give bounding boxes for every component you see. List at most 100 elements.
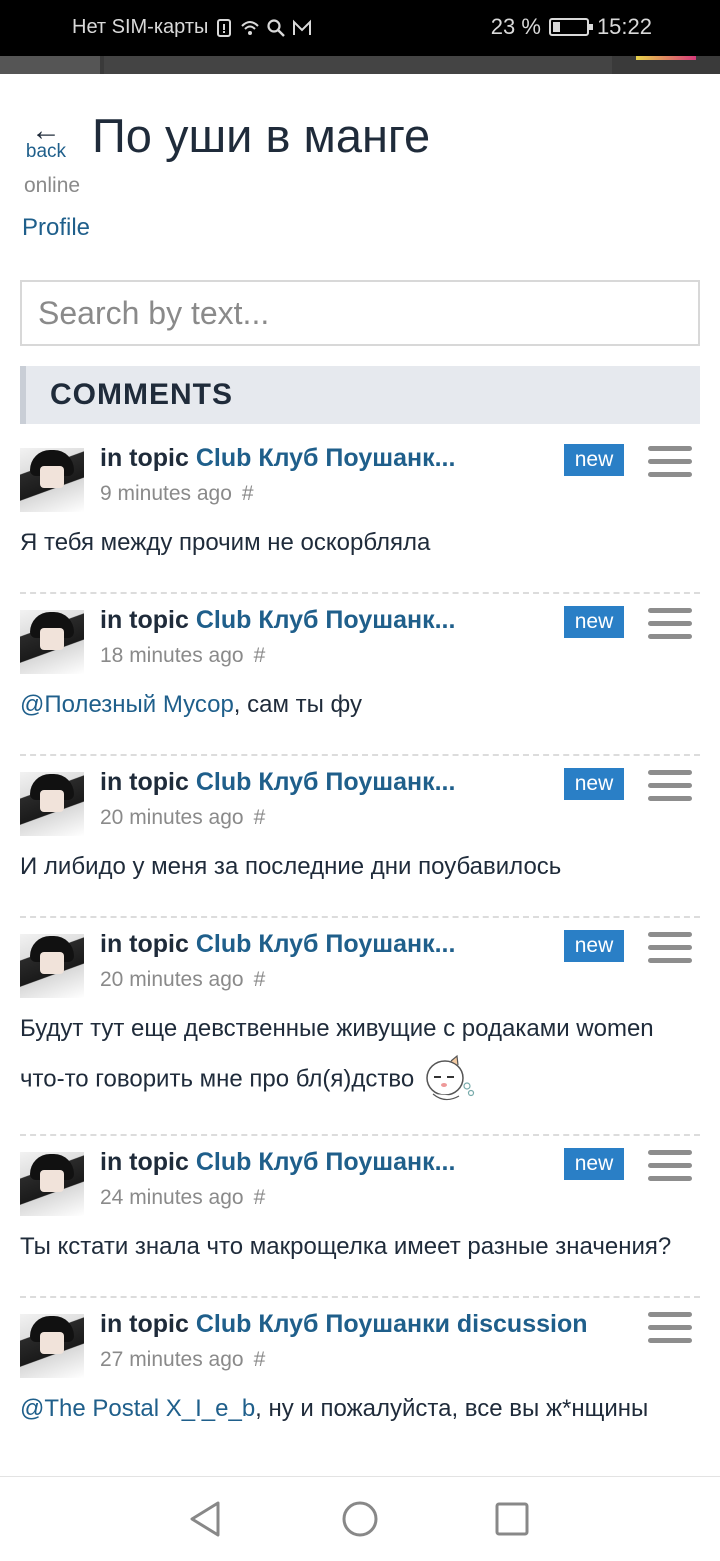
search-input[interactable]	[20, 280, 700, 346]
new-badge: new	[564, 1148, 624, 1180]
wifi-icon	[241, 20, 260, 35]
comment-time: 20 minutes ago #	[100, 806, 265, 830]
profile-header: ← back По уши в манге online Profile	[0, 74, 720, 274]
back-arrow-icon: ←	[31, 114, 61, 147]
battery-fill	[552, 22, 561, 32]
hamburger-menu-icon[interactable]	[648, 446, 692, 482]
avatar[interactable]	[20, 1314, 84, 1378]
topic-prefix: in topic	[100, 606, 196, 634]
time-text: 20 minutes ago	[100, 806, 244, 829]
back-label: back	[25, 141, 67, 162]
clock: 15:22	[596, 14, 652, 39]
topic-prefix: in topic	[100, 1148, 196, 1176]
nav-back-icon[interactable]	[186, 1499, 224, 1539]
comment-text: Я тебя между прочим не оскорбляла	[20, 529, 431, 556]
mention-link[interactable]: @The Postal X_I_e_b	[20, 1395, 255, 1422]
comments-heading: COMMENTS	[50, 378, 233, 411]
topic-link[interactable]: Club Клуб Поушанк...	[196, 768, 456, 796]
profile-link[interactable]: Profile	[22, 214, 90, 242]
browser-tab-strip	[0, 56, 720, 74]
comment-text: И либидо у меня за последние дни поубави…	[20, 853, 562, 880]
permalink-hash[interactable]: #	[254, 1186, 266, 1209]
hamburger-menu-icon[interactable]	[648, 770, 692, 806]
status-left: Нет SIM-карты	[72, 16, 312, 39]
hamburger-menu-icon[interactable]	[648, 932, 692, 968]
comment-text: @The Postal X_I_e_b, ну и пожалуйста, вс…	[20, 1380, 700, 1450]
time-text: 27 minutes ago	[100, 1348, 244, 1371]
avatar[interactable]	[20, 610, 84, 674]
tab-strip-middle	[104, 56, 612, 74]
avatar[interactable]	[20, 1152, 84, 1216]
permalink-hash[interactable]: #	[254, 968, 266, 991]
topic-prefix: in topic	[100, 930, 196, 958]
comment-item: in topic Club Клуб Поушанк... 24 minutes…	[0, 1136, 720, 1288]
comment-text-content: Будут тут еще девственные живущие с рода…	[20, 1015, 654, 1093]
avatar[interactable]	[20, 772, 84, 836]
permalink-hash[interactable]: #	[254, 644, 266, 667]
comment-topic: in topic Club Клуб Поушанк...	[100, 930, 455, 959]
permalink-hash[interactable]: #	[242, 482, 254, 505]
tab-strip-accent	[636, 56, 696, 60]
comment-time: 18 minutes ago #	[100, 644, 265, 668]
mail-icon	[293, 19, 312, 35]
topic-link[interactable]: Club Клуб Поушанк...	[196, 930, 456, 958]
comment-item: in topic Club Клуб Поушанк... 20 minutes…	[0, 918, 720, 1126]
comment-header: in topic Club Клуб Поушанк... 18 minutes…	[20, 594, 700, 676]
topic-prefix: in topic	[100, 768, 196, 796]
comment-topic: in topic Club Клуб Поушанки discussion	[100, 1310, 588, 1339]
topic-link[interactable]: Club Клуб Поушанк...	[196, 444, 456, 472]
new-badge: new	[564, 768, 624, 800]
comment-header: in topic Club Клуб Поушанк... 20 minutes…	[20, 918, 700, 1000]
nav-home-icon[interactable]	[340, 1499, 380, 1539]
comment-time: 20 minutes ago #	[100, 968, 265, 992]
nav-recents-icon[interactable]	[494, 1499, 530, 1539]
sim-alert-icon	[217, 18, 232, 37]
status-bar: Нет SIM-карты 23 % 15:22	[0, 0, 720, 56]
hamburger-menu-icon[interactable]	[648, 1312, 692, 1348]
topic-prefix: in topic	[100, 444, 196, 472]
comment-item: in topic Club Клуб Поушанк... 18 minutes…	[0, 594, 720, 746]
comment-text: Ты кстати знала что макрощелка имеет раз…	[20, 1233, 672, 1260]
time-text: 24 minutes ago	[100, 1186, 244, 1209]
time-text: 20 minutes ago	[100, 968, 244, 991]
new-badge: new	[564, 444, 624, 476]
comments-section-header: COMMENTS	[20, 366, 700, 424]
comment-time: 9 minutes ago #	[100, 482, 254, 506]
system-nav-bar	[0, 1476, 720, 1561]
comment-topic: in topic Club Клуб Поушанк...	[100, 444, 455, 473]
comment-item: in topic Club Клуб Поушанк... 9 minutes …	[0, 432, 720, 584]
comment-header: in topic Club Клуб Поушанк... 9 minutes …	[20, 432, 700, 514]
online-status: online	[24, 174, 81, 197]
topic-link[interactable]: Club Клуб Поушанк...	[196, 606, 456, 634]
comment-text: @Полезный Мусор, сам ты фу	[20, 676, 700, 746]
hamburger-menu-icon[interactable]	[648, 1150, 692, 1186]
comment-topic: in topic Club Клуб Поушанк...	[100, 606, 455, 635]
avatar[interactable]	[20, 934, 84, 998]
comment-topic: in topic Club Клуб Поушанк...	[100, 1148, 455, 1177]
comment-time: 24 minutes ago #	[100, 1186, 265, 1210]
back-button[interactable]: ← back	[24, 114, 68, 162]
topic-prefix: in topic	[100, 1310, 196, 1338]
comment-header: in topic Club Клуб Поушанк... 20 minutes…	[20, 756, 700, 838]
comment-item: in topic Club Клуб Поушанки discussion 2…	[0, 1298, 720, 1450]
topic-link[interactable]: Club Клуб Поушанки discussion	[196, 1310, 588, 1338]
comments-list: in topic Club Клуб Поушанк... 9 minutes …	[0, 432, 720, 1450]
comment-text-rest: , сам ты фу	[233, 691, 363, 718]
comment-topic: in topic Club Клуб Поушанк...	[100, 768, 455, 797]
comment-item: in topic Club Клуб Поушанк... 20 minutes…	[0, 756, 720, 908]
comment-text-rest: , ну и пожалуйста, все вы ж*нщины	[255, 1395, 649, 1422]
mention-link[interactable]: @Полезный Мусор	[20, 691, 234, 718]
comment-header: in topic Club Клуб Поушанки discussion 2…	[20, 1298, 700, 1380]
sticker-emoji-icon	[426, 1054, 475, 1101]
page-title: По уши в манге	[92, 109, 431, 162]
permalink-hash[interactable]: #	[254, 1348, 266, 1371]
battery-percent: 23 %	[490, 14, 541, 39]
topic-link[interactable]: Club Клуб Поушанк...	[196, 1148, 456, 1176]
avatar[interactable]	[20, 448, 84, 512]
search-icon	[267, 18, 286, 37]
carrier-text: Нет SIM-карты	[72, 16, 209, 38]
time-text: 9 minutes ago	[100, 482, 232, 505]
status-right: 23 % 15:22	[491, 14, 652, 40]
permalink-hash[interactable]: #	[254, 806, 266, 829]
hamburger-menu-icon[interactable]	[648, 608, 692, 644]
